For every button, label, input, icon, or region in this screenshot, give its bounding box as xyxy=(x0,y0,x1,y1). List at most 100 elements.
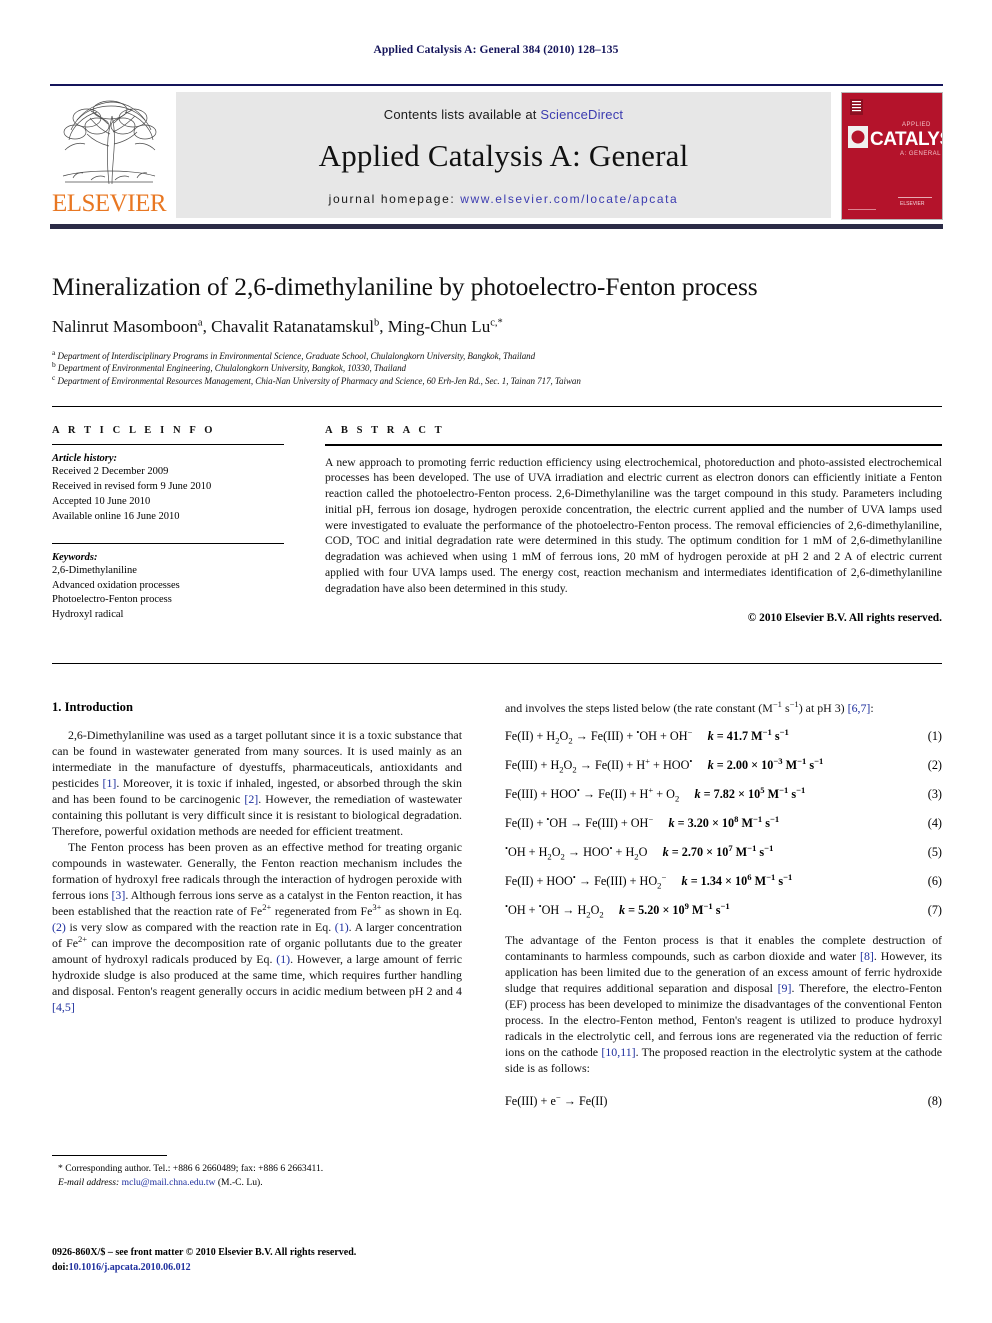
keyword-item: Photoelectro-Fenton process xyxy=(52,594,172,606)
footnote-rule xyxy=(52,1155,167,1157)
masthead-bottom-rule xyxy=(50,224,943,229)
intro-paragraph-1: 2,6-Dimethylaniline was used as a target… xyxy=(52,728,462,838)
rate-constant: k = 5.20 × 109 M−1 s−1 xyxy=(603,900,730,917)
affiliation-line: b Department of Environmental Engineerin… xyxy=(52,360,942,375)
email-owner: (M.-C. Lu). xyxy=(217,1177,263,1189)
citation-ref[interactable]: [3] xyxy=(111,888,125,902)
page-title: Mineralization of 2,6-dimethylaniline by… xyxy=(52,272,758,301)
superscript: 3+ xyxy=(372,902,382,913)
footnote-block: * Corresponding author. Tel.: +886 6 266… xyxy=(52,1155,462,1190)
citation-ref[interactable]: [2] xyxy=(244,792,258,806)
svg-text:ELSEVIER: ELSEVIER xyxy=(900,201,925,207)
imprint-block: 0926-860X/$ – see front matter © 2010 El… xyxy=(52,1245,482,1275)
equation-expression: Fe(III) + HOO• → Fe(II) + H+ + O2 k = 7.… xyxy=(505,784,806,804)
equation-row: Fe(III) + HOO• → Fe(II) + H+ + O2 k = 7.… xyxy=(505,784,942,804)
affiliation-text: Department of Environmental Resources Ma… xyxy=(57,376,581,387)
elsevier-logo: ELSEVIER xyxy=(50,92,168,218)
author-list: Nalinrut Masomboona, Chavalit Ratanatams… xyxy=(52,317,503,337)
citation-ref[interactable]: (2) xyxy=(52,920,66,934)
abstract-heading: A B S T R A C T xyxy=(325,425,445,436)
svg-text:APPLIED: APPLIED xyxy=(902,122,931,128)
masthead-center-panel: Contents lists available at ScienceDirec… xyxy=(176,92,831,218)
equation-number: (5) xyxy=(927,845,942,859)
author-name: Nalinrut Masomboon xyxy=(52,317,198,337)
running-head: Applied Catalysis A: General 384 (2010) … xyxy=(373,44,619,56)
email-label: E-mail address: xyxy=(58,1177,120,1189)
homepage-label: journal homepage: xyxy=(328,191,456,206)
equation-row: Fe(II) + HOO• → Fe(III) + HO2− k = 1.34 … xyxy=(505,873,942,890)
sciencedirect-link[interactable]: ScienceDirect xyxy=(540,107,623,122)
intro-continuation-lead: and involves the steps listed below (the… xyxy=(505,699,874,715)
article-history-item: Available online 16 June 2010 xyxy=(52,510,180,522)
article-history-item: Received 2 December 2009 xyxy=(52,466,169,477)
journal-cover-thumbnail: CATALYSIS APPLIED A: GENERAL ELSEVIER xyxy=(841,92,943,220)
affiliation-mark: a xyxy=(52,347,56,357)
keywords-label: Keywords: xyxy=(52,551,98,563)
article-info-heading: A R T I C L E I N F O xyxy=(52,425,216,436)
keyword-item: Advanced oxidation processes xyxy=(52,579,180,591)
author-entry: Ming-Chun Luc,* xyxy=(388,317,503,336)
elsevier-tree-icon xyxy=(57,94,161,190)
equation-list: Fe(II) + H2O2 → Fe(III) + •OH + OH− k = … xyxy=(505,726,942,919)
introduction-heading: 1. Introduction xyxy=(52,700,133,714)
info-panel-bottom-rule xyxy=(52,663,942,664)
email-link[interactable]: mclu@mail.chna.edu.tw xyxy=(122,1177,216,1188)
affiliation-text: Department of Environmental Engineering,… xyxy=(57,363,406,374)
superscript: 2+ xyxy=(77,934,88,945)
superscript: −1 xyxy=(772,699,782,710)
svg-text:CATALYSIS: CATALYSIS xyxy=(870,129,942,150)
equation-row: •OH + H2O2 → HOO• + H2O k = 2.70 × 107 M… xyxy=(505,842,942,862)
equation-row: Fe(II) + H2O2 → Fe(III) + •OH + OH− k = … xyxy=(505,726,942,746)
citation-ref[interactable]: [4,5] xyxy=(52,1000,75,1014)
affiliation-mark: c xyxy=(52,373,56,383)
equation-expression: Fe(III) + e− → Fe(II) xyxy=(505,1091,608,1108)
body-column-right: and involves the steps listed below (the… xyxy=(505,700,942,1123)
equation-row: Fe(III) + H2O2 → Fe(II) + H+ + HOO• k = … xyxy=(505,755,942,774)
citation-ref[interactable]: [1] xyxy=(102,776,116,790)
equation-expression: Fe(II) + H2O2 → Fe(III) + •OH + OH− k = … xyxy=(505,726,789,746)
keyword-item: Hydroxyl radical xyxy=(52,609,124,621)
equation-number: (6) xyxy=(927,874,942,888)
citation-ref[interactable]: (1) xyxy=(276,952,290,966)
rate-constant: k = 2.00 × 10−3 M−1 s−1 xyxy=(692,755,824,772)
keyword-item: 2,6-Dimethylaniline xyxy=(52,564,137,576)
author-name: Chavalit Ratanatamskul xyxy=(211,317,374,337)
abstract-rule xyxy=(325,444,942,446)
journal-title: Applied Catalysis A: General xyxy=(318,137,689,173)
equation-row: Fe(III) + e− → Fe(II) (8) xyxy=(505,1091,942,1110)
author-affil-mark: c,* xyxy=(490,317,503,329)
article-history-label: Article history: xyxy=(52,453,118,464)
author-name: Ming-Chun Lu xyxy=(387,317,491,337)
equation-number: (3) xyxy=(927,787,942,801)
equation-row: •OH + •OH → H2O2 k = 5.20 × 109 M−1 s−1 … xyxy=(505,900,942,919)
article-info-column: A R T I C L E I N F O Article history: R… xyxy=(52,425,284,623)
elsevier-wordmark: ELSEVIER xyxy=(51,190,167,217)
homepage-url-link[interactable]: www.elsevier.com/locate/apcata xyxy=(460,192,678,206)
author-entry: Nalinrut Masomboona xyxy=(52,317,203,336)
citation-ref[interactable]: [8] xyxy=(860,949,874,963)
citation-ref[interactable]: [6,7] xyxy=(848,701,871,715)
article-history-item: Received in revised form 9 June 2010 xyxy=(52,480,212,492)
equation-number: (8) xyxy=(927,1094,942,1108)
equation-row: Fe(II) + •OH → Fe(III) + OH− k = 3.20 × … xyxy=(505,815,942,832)
affiliation-mark: b xyxy=(52,360,56,370)
title-block: Mineralization of 2,6-dimethylaniline by… xyxy=(52,272,942,388)
citation-ref[interactable]: [10,11] xyxy=(601,1045,635,1059)
journal-homepage-line: journal homepage: www.elsevier.com/locat… xyxy=(329,192,679,206)
affiliation-text: Department of Interdisciplinary Programs… xyxy=(57,350,536,361)
doi-label: doi: xyxy=(52,1262,69,1273)
contents-prefix: Contents lists available at xyxy=(383,106,541,122)
equation-expression: •OH + H2O2 → HOO• + H2O k = 2.70 × 107 M… xyxy=(505,842,774,862)
email-note: E-mail address: mclu@mail.chna.edu.tw (M… xyxy=(52,1176,462,1190)
body-column-left: 1. Introduction 2,6-Dimethylaniline was … xyxy=(52,700,462,1015)
citation-ref[interactable]: (1) xyxy=(335,920,349,934)
rate-constant: k = 7.82 × 105 M−1 s−1 xyxy=(679,784,806,801)
masthead-top-rule xyxy=(50,84,943,86)
equation-number: (1) xyxy=(927,729,942,743)
author-affil-mark: b xyxy=(373,317,380,329)
doi-link[interactable]: 10.1016/j.apcata.2010.06.012 xyxy=(69,1262,191,1273)
info-panel-top-rule xyxy=(52,406,942,407)
citation-ref[interactable]: [9] xyxy=(778,981,792,995)
issn-frontmatter-line: 0926-860X/$ – see front matter © 2010 El… xyxy=(52,1247,357,1258)
